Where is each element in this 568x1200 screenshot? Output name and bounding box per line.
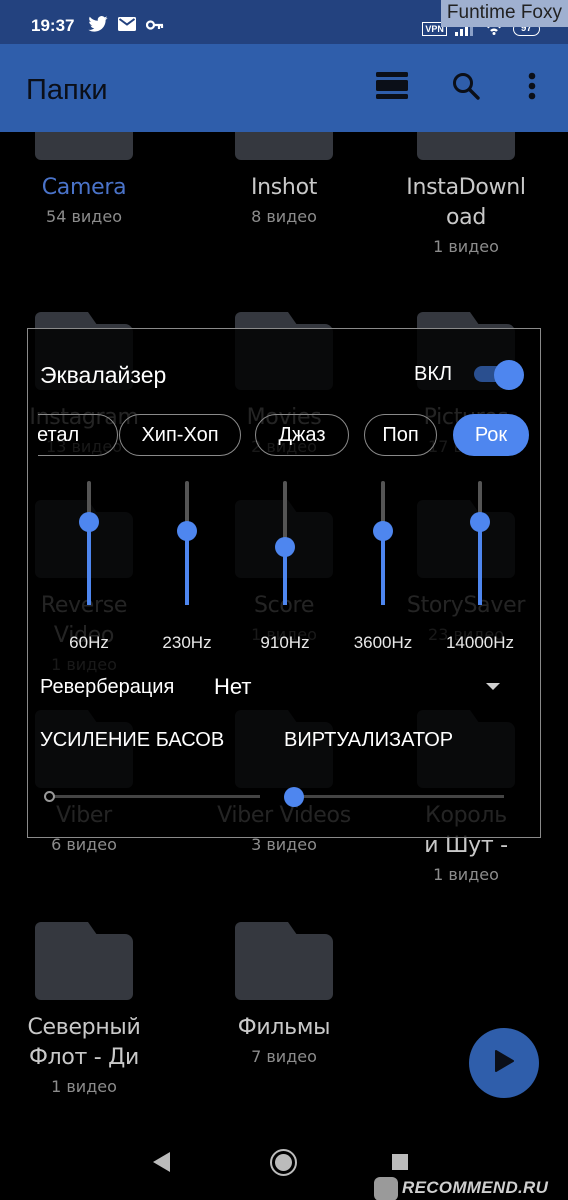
overlay-username-label: Funtime Foxy [440,0,568,27]
preset-chip-hiphop[interactable]: Хип-Хоп [119,414,241,456]
folder-icon [35,922,133,1000]
dropdown-arrow-icon [486,683,500,690]
folder-name-line: Флот - Ди [29,1045,139,1070]
folder-name-line: oad [445,205,486,230]
folder-item[interactable]: Camera 54 видео [4,132,164,226]
equalizer-title: Эквалайзер [40,362,167,388]
notification-icons [88,16,164,37]
folder-item[interactable]: InstaDownl oad 1 видео [386,132,546,256]
virtualizer-slider[interactable] [284,787,504,807]
eq-band-label: 910Hz [260,633,310,652]
folder-video-count: 7 видео [251,1047,317,1066]
bass-boost-label: УСИЛЕНИЕ БАСОВ [40,729,225,751]
preset-chip-pop[interactable]: Поп [364,414,437,456]
watermark: RECOMMEND.RU [402,1178,549,1197]
preset-chip-rock[interactable]: Рок [453,414,529,456]
mail-icon [118,17,136,36]
folder-name: Северный Флот - Ди [4,1013,164,1073]
folder-video-count: 1 видео [433,237,499,256]
equalizer-bands: 60Hz 230Hz 910Hz 3600Hz 14000Hz [28,479,542,659]
eq-band-label: 60Hz [69,633,109,652]
twitter-icon [88,16,108,37]
app-bar: Папки [0,44,568,132]
status-time: 19:37 [31,16,75,35]
view-list-icon [376,71,408,105]
eq-band-label: 230Hz [162,633,212,652]
page-title: Папки [26,74,108,106]
eq-band-thumb[interactable] [275,536,295,557]
folder-icon [235,922,333,1000]
watermark-logo-icon [374,1177,398,1200]
virtualizer-track [294,795,504,798]
search-button[interactable] [448,70,484,106]
eq-band: 910Hz [236,479,332,659]
more-options-button[interactable] [514,70,550,106]
eq-band-label: 14000Hz [445,633,515,652]
home-icon[interactable] [270,1149,297,1176]
folder-video-count: 1 видео [433,865,499,884]
eq-band: 230Hz [138,479,234,659]
equalizer-toggle[interactable] [472,359,524,390]
eq-band: 3600Hz [334,479,430,659]
folder-name-line: InstaDownl [406,175,526,200]
view-mode-button[interactable] [374,70,410,106]
folder-video-count: 54 видео [46,207,122,226]
eq-band-fill [87,521,91,605]
equalizer-enabled-label: ВКЛ [414,363,453,385]
folder-icon [417,132,515,160]
folder-item[interactable]: Северный Флот - Ди 1 видео [4,922,164,1096]
reverb-value: Нет [214,674,252,699]
folder-icon [235,132,333,160]
folder-video-count: 1 видео [51,1077,117,1096]
folder-name: Фильмы [237,1015,331,1040]
key-icon [145,18,164,36]
preset-chips[interactable]: етал Хип-Хоп Джаз Поп Рок [38,414,530,458]
folder-icon [35,132,133,160]
preset-chip-jazz[interactable]: Джаз [255,414,349,456]
toggle-knob [494,360,524,390]
bass-boost-slider[interactable] [44,787,260,807]
virtualizer-label: ВИРТУАЛИЗАТОР [284,729,454,751]
eq-band-fill [381,530,385,605]
eq-band-thumb[interactable] [79,511,99,532]
eq-band-thumb[interactable] [470,511,490,532]
eq-band: 14000Hz [431,479,527,659]
preset-chip-metal[interactable]: етал [38,414,118,456]
reverb-label: Реверберация [40,676,175,698]
back-icon[interactable] [153,1152,170,1172]
reverb-dropdown[interactable]: Нет [214,671,514,705]
virtualizer-thumb[interactable] [284,787,304,807]
eq-band-fill [478,521,482,605]
eq-band-label: 3600Hz [353,633,413,652]
eq-band-fill [185,530,189,605]
bass-boost-thumb[interactable] [44,791,55,802]
bass-boost-track [50,795,260,798]
recents-icon[interactable] [392,1154,408,1170]
search-icon [451,71,481,106]
folder-item[interactable]: Фильмы 7 видео [204,922,364,1066]
play-fab-button[interactable] [469,1028,539,1098]
status-bar: 19:37 VPN 97 Funtime Foxy [0,0,568,44]
eq-band-thumb[interactable] [177,520,197,541]
system-nav-bar: RECOMMEND.RU [0,1130,568,1200]
eq-band-thumb[interactable] [373,520,393,541]
folder-name: InstaDownl oad [386,173,546,233]
equalizer-dialog: Эквалайзер ВКЛ етал Хип-Хоп Джаз Поп Рок… [27,328,541,838]
folder-item[interactable]: Inshot 8 видео [204,132,364,226]
more-vert-icon [528,72,536,105]
folder-name: Camera [41,175,127,200]
folder-name: Inshot [250,175,318,200]
folder-name-line: Северный [27,1015,141,1040]
folder-video-count: 8 видео [251,207,317,226]
play-icon [493,1049,515,1078]
eq-band: 60Hz [40,479,136,659]
